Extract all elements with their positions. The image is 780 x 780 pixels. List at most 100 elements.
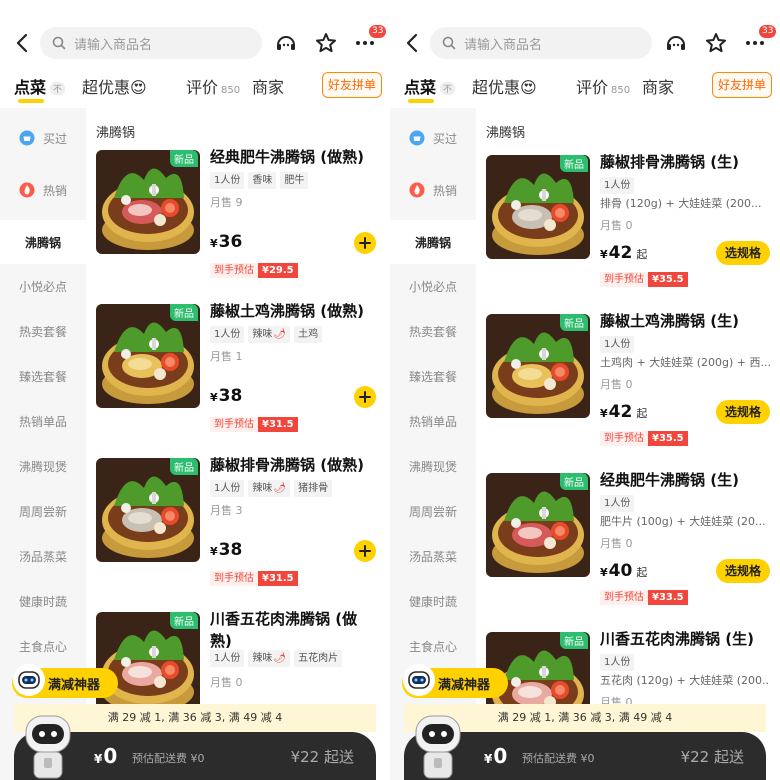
product-card[interactable]: 新品 藤椒土鸡沸腾锅 (生) 1人份 土鸡肉 + 大娃娃菜 (200g) + 西...… [486,312,776,464]
tab-bar: 点菜不 超优惠😍 评价 850 商家 好友拼单 [0,68,390,104]
attribute-tags: 1人份 [600,177,635,194]
sidebar-item-label: 小悦必点 [18,279,67,294]
sidebar-item-label: 热卖套餐 [408,324,457,339]
sidebar-item-5[interactable]: 热卖套餐 [0,309,86,353]
sidebar-item-1[interactable]: 买过 [0,116,86,160]
tab-order[interactable]: 点菜不 [14,74,66,98]
customer-service-icon[interactable] [274,31,298,59]
product-card[interactable]: 新品 藤椒排骨沸腾锅 (做熟) 1人份 辣味🌶 猪排骨 月售 3 ¥38 到手预估 ¥31.5 [96,456,386,608]
message-count-badge: 33 [369,25,387,38]
sidebar-item-10[interactable]: 汤品蒸菜 [0,534,86,578]
search-input[interactable]: 请输入商品名 [430,27,652,59]
chili-icon: 🌶 [273,483,287,494]
tab-reviews[interactable]: 评价 850 [186,74,240,98]
monthly-sales: 月售 3 [210,504,243,517]
sidebar-item-label: 热卖套餐 [18,324,67,339]
sidebar-item-12[interactable]: 主食点心 [390,624,476,668]
attribute-tag: 辣味🌶 [248,650,291,667]
select-spec-button[interactable]: 选规格 [715,241,770,265]
select-spec-button[interactable]: 选规格 [715,400,770,424]
search-icon [52,36,66,50]
tab-deals[interactable]: 超优惠😍 [82,74,147,98]
favorite-star-icon[interactable] [314,31,338,59]
back-icon[interactable] [402,32,424,54]
left-screen: 请输入商品名 33 点菜不 超优惠😍 评价 850 商家 好友拼单 买过热销沸腾锅… [0,0,390,780]
plus-icon [359,542,371,561]
group-order-button[interactable]: 好友拼单 [711,72,772,98]
manjian-tool-button[interactable]: 满减神器 [402,664,508,698]
back-icon[interactable] [12,32,34,54]
cart-robot-icon[interactable] [20,712,76,780]
product-card[interactable]: 新品 藤椒土鸡沸腾锅 (做熟) 1人份 辣味🌶 土鸡 月售 1 ¥38 到手预估 ¥31.5 [96,302,386,454]
price-value: 42 [608,243,633,263]
product-card[interactable]: 新品 经典肥牛沸腾锅 (生) 1人份 肥牛片 (100g) + 大娃娃菜 (20...… [486,471,776,623]
price: ¥40 起 [600,561,647,581]
sidebar-item-3[interactable]: 沸腾锅 [0,220,86,264]
sidebar-item-2[interactable]: 热销 [0,168,86,212]
attribute-tag-label: 辣味 [252,483,273,494]
tab-reviews[interactable]: 评价 850 [576,74,630,98]
new-tag: 新品 [560,473,588,490]
select-spec-button[interactable]: 选规格 [715,559,770,583]
sidebar-item-5[interactable]: 热卖套餐 [390,309,476,353]
add-to-cart-button[interactable] [354,232,376,254]
sidebar-item-4[interactable]: 小悦必点 [390,264,476,308]
sidebar-item-10[interactable]: 汤品蒸菜 [390,534,476,578]
tab-merchant[interactable]: 商家 [252,74,284,98]
attribute-tags: 1人份 [600,336,635,353]
tab-merchant-label: 商家 [252,78,285,97]
sidebar-item-11[interactable]: 健康时蔬 [0,579,86,623]
attribute-tag-label: 香味 [252,175,273,186]
sidebar-item-6[interactable]: 臻选套餐 [0,354,86,398]
tab-bar: 点菜不 超优惠😍 评价 850 商家 好友拼单 [390,68,780,104]
price-value: 40 [608,561,633,581]
group-order-button[interactable]: 好友拼单 [321,72,382,98]
sidebar-item-7[interactable]: 热销单品 [0,399,86,443]
product-name: 藤椒排骨沸腾锅 (生) [600,153,739,171]
tab-deals[interactable]: 超优惠😍 [472,74,537,98]
sidebar-item-8[interactable]: 沸腾现煲 [0,444,86,488]
sidebar-item-3[interactable]: 沸腾锅 [390,220,476,264]
sidebar-item-7[interactable]: 热销单品 [390,399,476,443]
search-input[interactable]: 请输入商品名 [40,27,262,59]
sidebar-item-9[interactable]: 周周尝新 [390,489,476,533]
product-description: 肥牛片 (100g) + 大娃娃菜 (20... [600,515,766,528]
favorite-star-icon[interactable] [704,31,728,59]
sidebar-item-label: 主食点心 [408,639,457,654]
sidebar-item-label: 买过 [42,131,67,146]
add-to-cart-button[interactable] [354,386,376,408]
estimated-price: 到手预估 ¥35.5 [600,272,688,287]
bought-icon [19,130,35,146]
price-value: 38 [218,386,243,406]
sidebar-item-12[interactable]: 主食点心 [0,624,86,668]
search-placeholder: 请输入商品名 [464,37,543,53]
sidebar-item-11[interactable]: 健康时蔬 [390,579,476,623]
customer-service-icon[interactable] [664,31,688,59]
new-tag: 新品 [170,304,198,321]
add-to-cart-button[interactable] [354,540,376,562]
tab-deals-label: 超优惠 [472,78,521,97]
tab-order[interactable]: 点菜不 [404,74,456,98]
chili-icon: 🌶 [273,329,287,340]
estimated-price: 到手预估 ¥33.5 [600,590,688,605]
product-card[interactable]: 新品 藤椒排骨沸腾锅 (生) 1人份 排骨 (120g) + 大娃娃菜 (200...… [486,153,776,305]
attribute-tag: 1人份 [210,172,245,189]
sidebar-item-2[interactable]: 热销 [390,168,476,212]
price-from-label: 起 [636,407,648,420]
cart-robot-icon[interactable] [410,712,466,780]
estimate-label: 到手预估 [600,272,648,287]
monthly-sales: 月售 1 [210,350,243,363]
tab-merchant[interactable]: 商家 [642,74,674,98]
sidebar-item-4[interactable]: 小悦必点 [0,264,86,308]
product-card[interactable]: 新品 经典肥牛沸腾锅 (做熟) 1人份 香味 肥牛 月售 9 ¥36 到手预估 ¥29.5 [96,148,386,300]
sidebar-item-6[interactable]: 臻选套餐 [390,354,476,398]
new-tag: 新品 [560,314,588,331]
sidebar-item-8[interactable]: 沸腾现煲 [390,444,476,488]
price: ¥42 起 [600,402,647,422]
sidebar-item-9[interactable]: 周周尝新 [0,489,86,533]
sidebar-item-label: 主食点心 [18,639,67,654]
min-order: ¥22 起送 [290,748,354,766]
manjian-tool-button[interactable]: 满减神器 [12,664,118,698]
sidebar-item-1[interactable]: 买过 [390,116,476,160]
attribute-tag: 1人份 [210,650,245,667]
